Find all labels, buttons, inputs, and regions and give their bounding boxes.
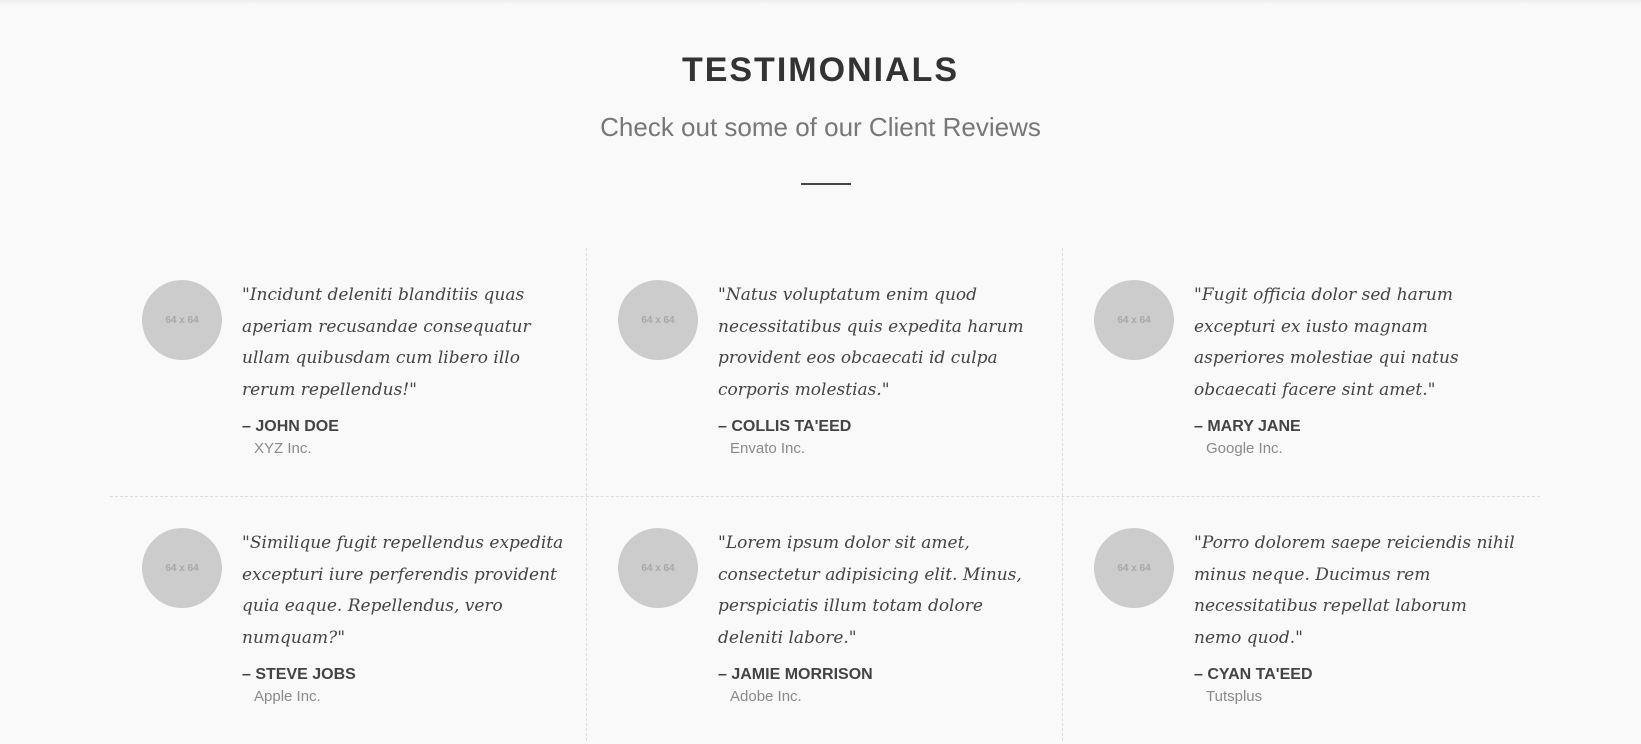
testimonial-card: 64 x 64 "Lorem ipsum dolor sit amet, con…: [586, 496, 1062, 744]
avatar-placeholder-label: 64 x 64: [165, 314, 199, 326]
testimonial-company: Tutsplus: [1206, 688, 1263, 705]
section-title: TESTIMONIALS: [681, 51, 960, 89]
testimonial-quote: "Porro dolorem saepe reiciendis nihil mi…: [1194, 528, 1519, 708]
testimonial-card: 64 x 64 "Porro dolorem saepe reiciendis …: [1062, 496, 1538, 744]
quote-text: "Fugit officia dolor sed harum excepturi…: [1194, 285, 1459, 400]
testimonial-company: Apple Inc.: [254, 688, 321, 705]
testimonial-company: XYZ Inc.: [254, 440, 312, 457]
testimonial-quote: "Lorem ipsum dolor sit amet, consectetur…: [718, 528, 1043, 708]
testimonial-author: – COLLIS TA'EED: [718, 418, 852, 435]
testimonial-quote: "Fugit officia dolor sed harum excepturi…: [1194, 280, 1519, 460]
testimonial-quote: "Incidunt deleniti blanditiis quas aperi…: [242, 280, 567, 460]
avatar: 64 x 64: [618, 280, 698, 360]
testimonial-company: Envato Inc.: [730, 440, 806, 457]
quote-text: "Natus voluptatum enim quod necessitatib…: [718, 285, 1024, 400]
testimonial-author: – STEVE JOBS: [242, 666, 356, 683]
testimonial-card: 64 x 64 "Fugit officia dolor sed harum e…: [1062, 248, 1538, 496]
testimonial-card: 64 x 64 "Incidunt deleniti blanditiis qu…: [110, 248, 586, 496]
avatar-placeholder-label: 64 x 64: [1117, 314, 1151, 326]
avatar-placeholder-label: 64 x 64: [1117, 562, 1151, 574]
testimonial-author: – MARY JANE: [1194, 418, 1301, 435]
quote-text: "Porro dolorem saepe reiciendis nihil mi…: [1194, 533, 1515, 648]
quote-text: "Similique fugit repellendus expedita ex…: [242, 533, 564, 648]
header-shadow: [0, 0, 1641, 4]
avatar: 64 x 64: [618, 528, 698, 608]
testimonial-company: Adobe Inc.: [730, 688, 802, 705]
avatar: 64 x 64: [142, 280, 222, 360]
testimonial-author: – JAMIE MORRISON: [718, 666, 873, 683]
testimonials-grid: 64 x 64 "Incidunt deleniti blanditiis qu…: [110, 248, 1540, 741]
quote-text: "Incidunt deleniti blanditiis quas aperi…: [242, 285, 531, 400]
avatar: 64 x 64: [1094, 528, 1174, 608]
avatar-placeholder-label: 64 x 64: [641, 314, 675, 326]
testimonial-company: Google Inc.: [1206, 440, 1283, 457]
avatar-placeholder-label: 64 x 64: [165, 562, 199, 574]
testimonial-quote: "Natus voluptatum enim quod necessitatib…: [718, 280, 1043, 460]
title-divider: [801, 183, 851, 185]
testimonial-author: – CYAN TA'EED: [1194, 666, 1313, 683]
avatar: 64 x 64: [142, 528, 222, 608]
section-subtitle: Check out some of our Client Reviews: [600, 112, 1041, 142]
testimonial-card: 64 x 64 "Similique fugit repellendus exp…: [110, 496, 586, 744]
quote-text: "Lorem ipsum dolor sit amet, consectetur…: [718, 533, 1022, 648]
avatar-placeholder-label: 64 x 64: [641, 562, 675, 574]
testimonial-author: – JOHN DOE: [242, 418, 339, 435]
testimonial-card: 64 x 64 "Natus voluptatum enim quod nece…: [586, 248, 1062, 496]
testimonial-quote: "Similique fugit repellendus expedita ex…: [242, 528, 567, 708]
avatar: 64 x 64: [1094, 280, 1174, 360]
